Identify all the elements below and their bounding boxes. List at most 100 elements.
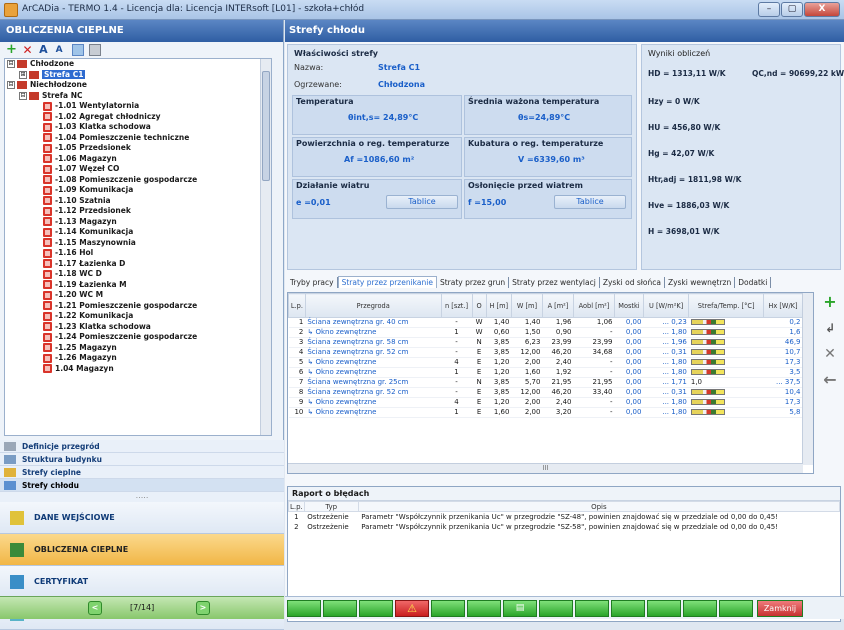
grid-header[interactable]: Strefa/Temp. [°C] (688, 293, 764, 318)
tree-row[interactable]: 1.04 Magazyn (5, 364, 271, 375)
tree-row[interactable]: -1.25 Magazyn (5, 343, 271, 354)
tab[interactable]: Straty przez grun (437, 277, 510, 288)
zone-temp-cell[interactable] (690, 368, 725, 376)
shield-value[interactable]: f =15,00 (468, 198, 506, 207)
status-slot[interactable] (539, 600, 573, 617)
table-row[interactable]: 9 ↳ Okno zewnętrzne 4 E 1,20 2,00 2,40-0,00...… (288, 397, 803, 408)
delete-row-icon[interactable]: ✕ (820, 344, 840, 364)
tree-item-label[interactable]: Chłodzone (30, 59, 74, 68)
tree-item-label[interactable]: -1.06 Magazyn (55, 154, 117, 163)
status-slot[interactable] (647, 600, 681, 617)
tree-row[interactable]: -1.06 Magazyn (5, 154, 271, 165)
table-cell[interactable]: ↳ Okno zewnętrzne (305, 367, 442, 378)
tab[interactable]: Dodatki (735, 277, 772, 288)
tree-expander[interactable]: ⊟ (7, 60, 15, 68)
tree-item-label[interactable]: Niechłodzone (30, 80, 87, 89)
zone-temp-cell[interactable] (690, 348, 725, 356)
tree-item-label[interactable]: -1.17 Łazienka D (55, 259, 125, 268)
table-row[interactable]: 2 ↳ Okno zewnętrzne 1 W 0,60 1,50 0,90-0,00...… (288, 327, 803, 338)
tree-row[interactable]: -1.15 Maszynownia (5, 238, 271, 249)
tree-row[interactable]: ⊟ Niechłodzone (5, 80, 271, 91)
tree-item-label[interactable]: -1.24 Pomieszczenie gospodarcze (55, 332, 197, 341)
tree-item-label[interactable]: Strefa NC (42, 91, 83, 100)
tree-row[interactable]: -1.05 Przedsionek (5, 143, 271, 154)
table-cell[interactable]: ... 1,80 (643, 367, 689, 378)
tree-row[interactable]: -1.22 Komunikacja (5, 311, 271, 322)
table-cell[interactable]: Ściana zewnętrzna gr. 52 cm (305, 387, 442, 398)
maximize-button[interactable]: ▢ (781, 2, 803, 17)
add-icon[interactable]: + (6, 43, 18, 56)
table-cell[interactable]: Ściana zewnętrzna gr. 40 cm (305, 317, 442, 328)
grid-header[interactable]: W [m] (510, 293, 543, 318)
grid-vscroll[interactable] (802, 293, 813, 465)
tab[interactable]: Zyski od słońca (600, 277, 665, 288)
table-cell[interactable]: ↳ Okno zewnętrzne (305, 407, 442, 418)
table-cell[interactable]: Ściana zewnętrzna gr. 52 cm (305, 347, 442, 358)
table-row[interactable]: 8 Ściana zewnętrzna gr. 52 cm - E 3,85 12,00 4… (288, 387, 803, 398)
tree-row[interactable]: ⊟ Chłodzone (5, 59, 271, 70)
table-row[interactable]: 1 Ściana zewnętrzna gr. 40 cm - W 1,40 1,40 1,… (288, 317, 803, 328)
tree-row[interactable]: -1.14 Komunikacja (5, 227, 271, 238)
tree-row[interactable]: -1.21 Pomieszczenie gospodarcze (5, 301, 271, 312)
tree-row[interactable]: -1.10 Szatnia (5, 196, 271, 207)
tree-item-label[interactable]: -1.15 Maszynownia (55, 238, 136, 247)
name-value[interactable]: Strefa C1 (378, 63, 420, 72)
status-slot[interactable] (323, 600, 357, 617)
zone-temp-cell[interactable] (690, 338, 725, 346)
zone-temp-cell[interactable] (690, 358, 725, 366)
tree-expander[interactable]: ⊞ (19, 70, 27, 79)
grid-header[interactable]: Przegroda (304, 293, 442, 318)
tree-row[interactable]: -1.07 Węzeł CO (5, 164, 271, 175)
grid-header[interactable]: O (471, 293, 487, 318)
tree-row[interactable]: -1.02 Agregat chłodniczy (5, 112, 271, 123)
status-slot[interactable] (575, 600, 609, 617)
tree-row[interactable]: -1.16 Hol (5, 248, 271, 259)
table-cell[interactable]: ... 1,80 (643, 397, 689, 408)
table-row[interactable]: 3 Ściana zewnętrzna gr. 58 cm - N 3,85 6,23 23… (288, 337, 803, 348)
font-increase-icon[interactable]: A (39, 44, 51, 56)
copy-icon[interactable] (72, 44, 85, 56)
subnav-item[interactable]: Definicje przegród (0, 440, 284, 453)
zone-tree[interactable]: ⊟ Chłodzone ⊞ Strefa C1 ⊟ Niechłodzone ⊟ Strefa… (4, 58, 272, 436)
tree-row[interactable]: -1.12 Przedsionek (5, 206, 271, 217)
table-row[interactable]: 4 Ściana zewnętrzna gr. 52 cm - E 3,85 12,00 4… (288, 347, 803, 358)
grid-header[interactable]: A [m²] (541, 293, 575, 318)
add-row-icon[interactable]: + (820, 292, 840, 312)
zone-temp-cell[interactable] (690, 398, 725, 406)
table-cell[interactable]: ... 0,23 (643, 317, 689, 328)
tree-row[interactable]: ⊞ Strefa C1 (5, 69, 271, 81)
tree-item-label[interactable]: -1.14 Komunikacja (55, 227, 133, 236)
tree-row[interactable]: -1.20 WC M (5, 290, 271, 301)
tree-row[interactable]: -1.17 Łazienka D (5, 259, 271, 270)
mainnav-item[interactable]: CERTYFIKAT (0, 566, 284, 598)
tab[interactable]: Straty przez przenikanie (337, 276, 437, 288)
minimize-button[interactable]: – (758, 2, 780, 17)
table-cell[interactable]: ↳ Okno zewnętrzne (305, 327, 442, 338)
paste-icon[interactable] (88, 44, 101, 56)
status-slot[interactable] (467, 600, 501, 617)
tree-item-label[interactable]: -1.18 WC D (55, 269, 102, 278)
mainnav-item[interactable]: DANE WEJŚCIOWE (0, 502, 284, 534)
tree-item-label[interactable]: -1.04 Pomieszczenie techniczne (55, 133, 189, 142)
grid-header[interactable]: U [W/m²K] (642, 293, 690, 318)
tree-item-label[interactable]: -1.01 Wentylatornia (55, 101, 139, 110)
table-row[interactable]: 7 Ściana wewnętrzna gr. 25cm - N 3,85 5,70 21,… (288, 377, 803, 388)
tree-item-label[interactable]: -1.26 Magazyn (55, 353, 117, 362)
subnav-item[interactable]: Strefy cieplne (0, 466, 284, 479)
tree-row[interactable]: -1.13 Magazyn (5, 217, 271, 228)
delete-icon[interactable]: ✕ (23, 44, 35, 56)
wind-tables-button[interactable]: Tablice (386, 195, 458, 209)
tree-row[interactable]: -1.04 Pomieszczenie techniczne (5, 133, 271, 144)
close-button[interactable]: Zamknij (757, 600, 803, 617)
tree-expander[interactable]: ⊟ (19, 91, 27, 100)
error-row[interactable]: 2 Ostrzeżenie Parametr "Współczynnik przen… (289, 522, 840, 532)
table-cell[interactable]: ... 1,80 (643, 327, 689, 338)
table-cell[interactable]: ... 0,31 (643, 387, 689, 398)
tree-item-label[interactable]: -1.16 Hol (55, 248, 93, 257)
tree-item-label[interactable]: -1.19 Łazienka M (55, 280, 127, 289)
mainnav-item[interactable]: OBLICZENIA CIEPLNE (0, 534, 284, 566)
tree-row[interactable]: -1.24 Pomieszczenie gospodarcze (5, 332, 271, 343)
tree-item-label[interactable]: -1.10 Szatnia (55, 196, 111, 205)
insert-row-icon[interactable]: ↲ (820, 318, 840, 338)
table-cell[interactable]: Ściana wewnętrzna gr. 25cm (305, 377, 442, 388)
